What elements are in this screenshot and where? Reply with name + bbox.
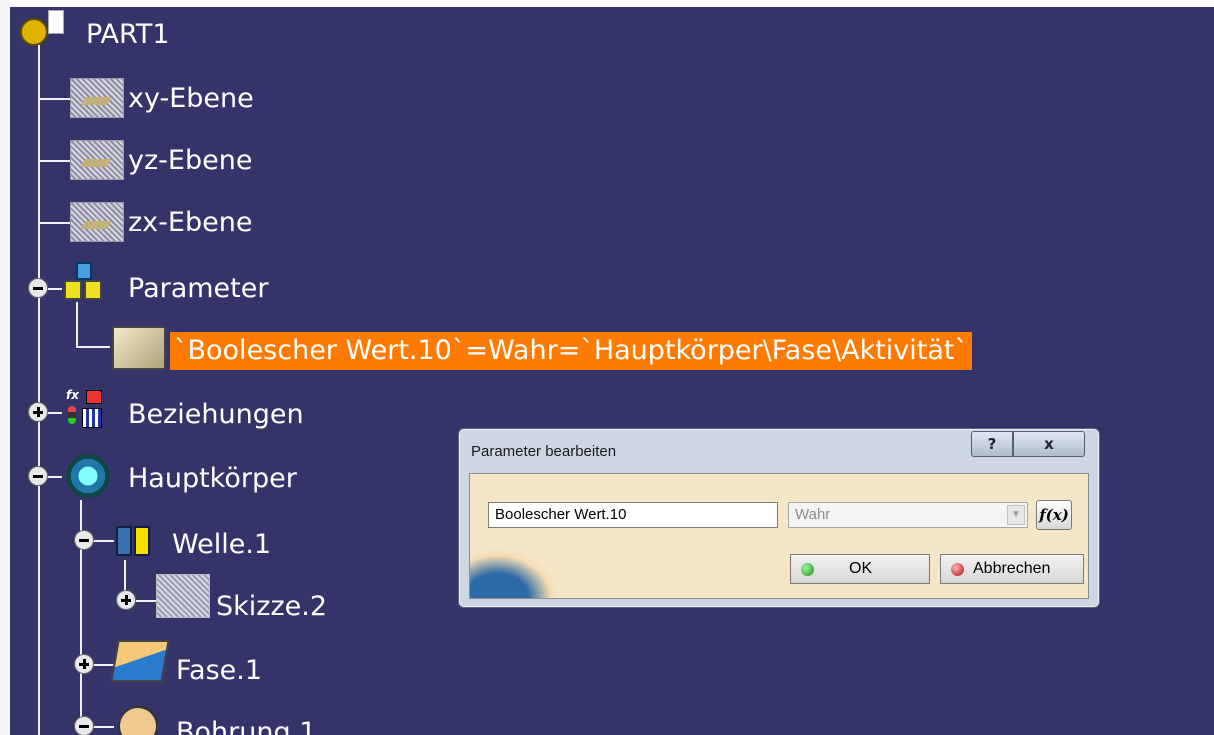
hole-collapse-toggle[interactable] bbox=[74, 716, 94, 735]
tree-node-chamfer[interactable]: Fase.1 bbox=[176, 654, 262, 688]
formula-button[interactable]: f(x) bbox=[1036, 500, 1072, 530]
tree-branch bbox=[38, 98, 72, 100]
relations-expand-toggle[interactable] bbox=[28, 402, 48, 422]
tree-node-main-body[interactable]: Hauptkörper bbox=[128, 462, 297, 496]
parameter-name-field[interactable]: Boolescher Wert.10 bbox=[488, 502, 778, 528]
chamfer-icon[interactable] bbox=[110, 640, 170, 682]
hole-icon[interactable] bbox=[118, 706, 158, 735]
sketch-expand-toggle[interactable] bbox=[116, 590, 136, 610]
ok-label: OK bbox=[849, 560, 873, 577]
cancel-status-icon bbox=[951, 563, 964, 576]
relations-icon[interactable]: fx bbox=[66, 388, 106, 432]
chevron-down-icon: ▼ bbox=[1007, 505, 1025, 525]
tree-node-part1[interactable]: PART1 bbox=[86, 18, 170, 52]
top-frame bbox=[0, 0, 1214, 7]
parameter-value-combobox: Wahr ▼ bbox=[788, 502, 1028, 528]
catia-3d-canvas[interactable]: PART1 xy-Ebene yz-Ebene zx-Ebene Paramet… bbox=[0, 0, 1214, 735]
parameter-icon-right bbox=[84, 280, 102, 300]
tree-node-hole[interactable]: Bohrung.1 bbox=[176, 716, 316, 735]
parameter-icon-left bbox=[64, 280, 82, 300]
ok-status-icon bbox=[801, 563, 814, 576]
body-icon[interactable] bbox=[66, 454, 110, 498]
part-icon[interactable] bbox=[20, 18, 48, 46]
sketch-icon[interactable] bbox=[156, 574, 210, 618]
plane-icon[interactable] bbox=[70, 78, 124, 118]
catia-globe-logo bbox=[470, 548, 560, 598]
left-frame bbox=[0, 0, 10, 735]
dialog-client-area: Boolescher Wert.10 Wahr ▼ f(x) OK Abbrec… bbox=[469, 473, 1089, 599]
plane-icon[interactable] bbox=[70, 140, 124, 180]
shaft-collapse-toggle[interactable] bbox=[74, 530, 94, 550]
dialog-title: Parameter bearbeiten bbox=[471, 443, 617, 460]
tree-node-relations[interactable]: Beziehungen bbox=[128, 398, 304, 432]
edit-parameter-dialog: Parameter bearbeiten ? x Boolescher Wert… bbox=[458, 428, 1100, 608]
plane-icon[interactable] bbox=[70, 202, 124, 242]
cancel-button[interactable]: Abbrechen bbox=[940, 554, 1084, 584]
tree-trunk bbox=[38, 44, 40, 735]
ok-button[interactable]: OK bbox=[790, 554, 930, 584]
tree-node-boolean-parameter[interactable]: `Boolescher Wert.10`=Wahr=`Hauptkörper\F… bbox=[170, 332, 973, 370]
boolean-parameter-icon[interactable] bbox=[112, 326, 166, 370]
shaft-icon[interactable] bbox=[116, 514, 154, 558]
tree-branch bbox=[76, 346, 110, 348]
shaft-icon-left bbox=[116, 526, 132, 556]
tree-node-yz-plane[interactable]: yz-Ebene bbox=[128, 144, 252, 178]
body-collapse-toggle[interactable] bbox=[28, 466, 48, 486]
relations-light-icon bbox=[68, 406, 76, 424]
tree-node-sketch[interactable]: Skizze.2 bbox=[216, 590, 327, 624]
relations-table-icon bbox=[82, 408, 102, 428]
parameter-icon[interactable] bbox=[64, 262, 106, 304]
relations-calc-icon bbox=[86, 390, 102, 404]
shaft-icon-right bbox=[134, 526, 150, 556]
dialog-titlebar[interactable]: Parameter bearbeiten ? x bbox=[459, 429, 1099, 469]
parameter-branch bbox=[76, 302, 78, 346]
close-button[interactable]: x bbox=[1013, 431, 1085, 457]
tree-node-parameter[interactable]: Parameter bbox=[128, 272, 268, 306]
tree-node-zx-plane[interactable]: zx-Ebene bbox=[128, 206, 252, 240]
help-button[interactable]: ? bbox=[971, 431, 1013, 457]
tree-branch bbox=[38, 222, 72, 224]
parameter-collapse-toggle[interactable] bbox=[28, 278, 48, 298]
parameter-icon-top bbox=[76, 262, 92, 280]
tree-branch bbox=[38, 160, 72, 162]
tree-node-xy-plane[interactable]: xy-Ebene bbox=[128, 82, 254, 116]
parameter-value-text: Wahr bbox=[795, 506, 831, 523]
tree-node-shaft[interactable]: Welle.1 bbox=[172, 528, 271, 562]
cancel-label: Abbrechen bbox=[973, 560, 1051, 577]
relations-fx-icon: fx bbox=[66, 388, 79, 402]
chamfer-expand-toggle[interactable] bbox=[74, 654, 94, 674]
document-icon bbox=[48, 10, 64, 34]
